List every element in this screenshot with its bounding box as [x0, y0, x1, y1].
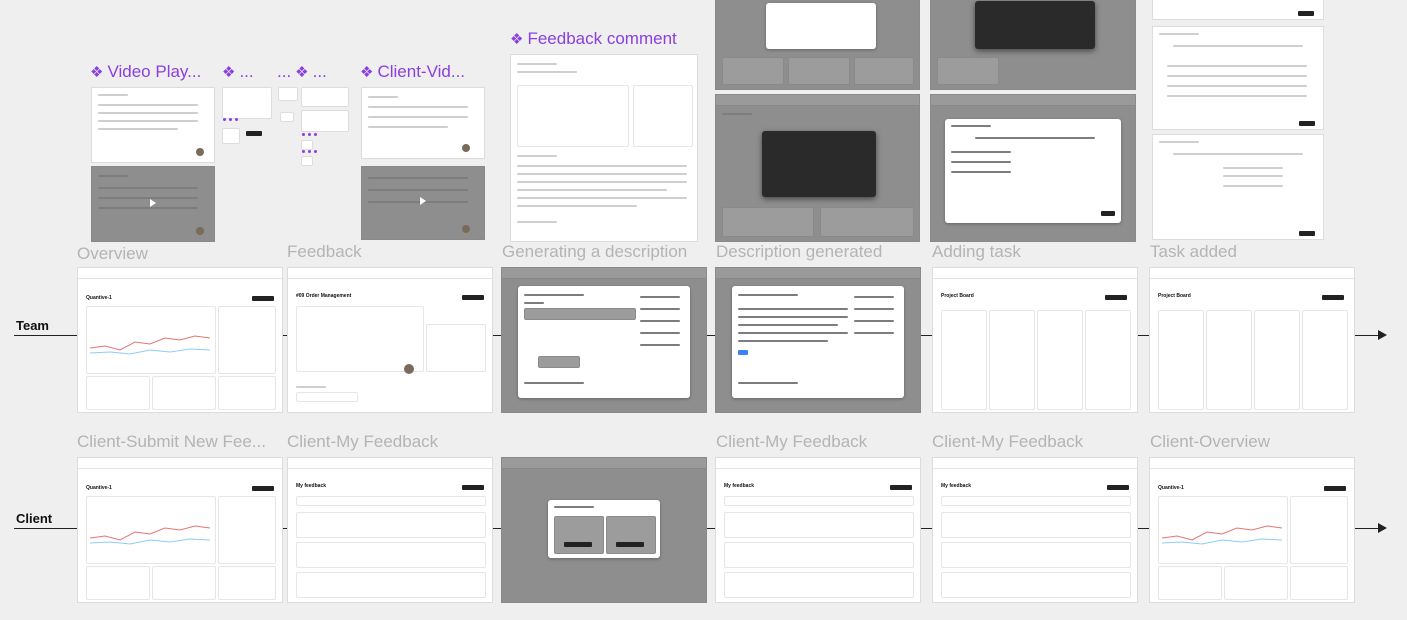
- row-label-team: Team: [16, 318, 49, 333]
- component-variant[interactable]: [301, 110, 349, 132]
- screen-title-task-added: Task added: [1150, 242, 1237, 261]
- component-diamond-icon: ❖: [90, 64, 104, 81]
- component-diamond-icon: ❖: [222, 64, 236, 81]
- screen-client-upload-modal[interactable]: [501, 457, 707, 603]
- screen-title-client-overview: Client-Overview: [1150, 432, 1270, 451]
- screen-title-adding-task: Adding task: [932, 242, 1021, 261]
- video-thumbnail-icon: [196, 227, 204, 235]
- screen-team-description-generated[interactable]: [715, 267, 921, 413]
- screen-team-task-added[interactable]: Project Board: [1149, 267, 1355, 413]
- component-diamond-icon: ❖: [295, 64, 309, 81]
- component-variant[interactable]: [278, 87, 298, 101]
- component-label-client-video[interactable]: ❖ Client-Vid...: [360, 62, 465, 82]
- project-title: Quantive-1: [86, 295, 112, 301]
- screen-title-description-generated: Description generated: [716, 242, 883, 261]
- screen-submit-feedback-step2[interactable]: [1152, 134, 1324, 240]
- screen-video-upload-top[interactable]: [715, 0, 920, 90]
- my-feedback-title: My feedback: [724, 483, 755, 489]
- feedback-title: #09 Order Management: [296, 293, 352, 299]
- screen-submit-feedback-top[interactable]: [1152, 0, 1324, 20]
- screen-title-client-submit: Client-Submit New Fee...: [77, 432, 266, 451]
- video-player-thumb-dark[interactable]: [91, 166, 215, 242]
- screen-title-overview: Overview: [77, 244, 148, 263]
- team-flow-arrow-icon: [1378, 330, 1387, 340]
- screen-client-overview[interactable]: Quantive-1: [1149, 457, 1355, 603]
- overview-line-chart: [1162, 525, 1282, 545]
- screen-client-my-feedback-3[interactable]: My feedback: [932, 457, 1138, 603]
- client-video-thumb-dark[interactable]: [361, 166, 485, 240]
- component-variant[interactable]: [301, 156, 313, 166]
- screen-title-client-my-feedback-1: Client-My Feedback: [287, 432, 439, 451]
- component-label-2[interactable]: ❖...: [222, 62, 254, 82]
- project-title: Quantive-1: [86, 485, 112, 491]
- screen-title-feedback: Feedback: [287, 242, 362, 261]
- video-thumbnail-icon: [196, 148, 204, 156]
- screen-title-client-my-feedback-3: Client-My Feedback: [932, 432, 1084, 451]
- screen-team-adding-task[interactable]: Project Board: [932, 267, 1138, 413]
- component-variant[interactable]: [222, 128, 240, 144]
- screen-client-submit-new-feedback[interactable]: Quantive-1: [77, 457, 283, 603]
- screen-select-task-mid[interactable]: [930, 94, 1136, 242]
- overview-line-chart: [90, 335, 210, 355]
- screen-team-generating-description[interactable]: [501, 267, 707, 413]
- screen-team-feedback[interactable]: #09 Order Management: [287, 267, 493, 413]
- screen-title-generating: Generating a description: [502, 242, 688, 261]
- component-diamond-icon: ❖: [510, 31, 524, 48]
- component-label-video-player[interactable]: ❖ Video Play...: [90, 62, 201, 82]
- my-feedback-title: My feedback: [296, 483, 327, 489]
- client-flow-arrow-icon: [1378, 523, 1387, 533]
- row-label-client: Client: [16, 511, 53, 526]
- project-board-title: Project Board: [1158, 293, 1191, 299]
- screen-client-my-feedback-2[interactable]: My feedback: [715, 457, 921, 603]
- component-diamond-icon: ❖: [360, 64, 374, 81]
- overview-line-chart: [90, 525, 210, 545]
- screen-title-client-my-feedback-2: Client-My Feedback: [716, 432, 868, 451]
- component-variant[interactable]: [222, 87, 272, 119]
- my-feedback-title: My feedback: [941, 483, 972, 489]
- video-player-thumb-light[interactable]: [91, 87, 215, 163]
- component-label-feedback-comment[interactable]: ❖ Feedback comment: [510, 29, 677, 49]
- screen-submit-feedback-step[interactable]: [1152, 26, 1324, 130]
- component-variant[interactable]: [301, 87, 349, 107]
- component-label-3[interactable]: ... ❖...: [277, 62, 327, 82]
- component-variant[interactable]: [301, 140, 313, 150]
- screen-upload-dark-top[interactable]: [930, 0, 1136, 90]
- screen-client-my-feedback-1[interactable]: My feedback: [287, 457, 493, 603]
- component-variant[interactable]: [280, 112, 294, 122]
- project-board-title: Project Board: [941, 293, 974, 299]
- screen-team-overview[interactable]: Quantive-1: [77, 267, 283, 413]
- screen-upload-mid-1[interactable]: [715, 94, 920, 242]
- client-video-thumb-light[interactable]: [361, 87, 485, 159]
- feedback-comment-component[interactable]: [510, 54, 698, 242]
- project-title: Quantive-1: [1158, 485, 1184, 491]
- play-icon: [150, 199, 156, 207]
- play-icon: [420, 197, 426, 205]
